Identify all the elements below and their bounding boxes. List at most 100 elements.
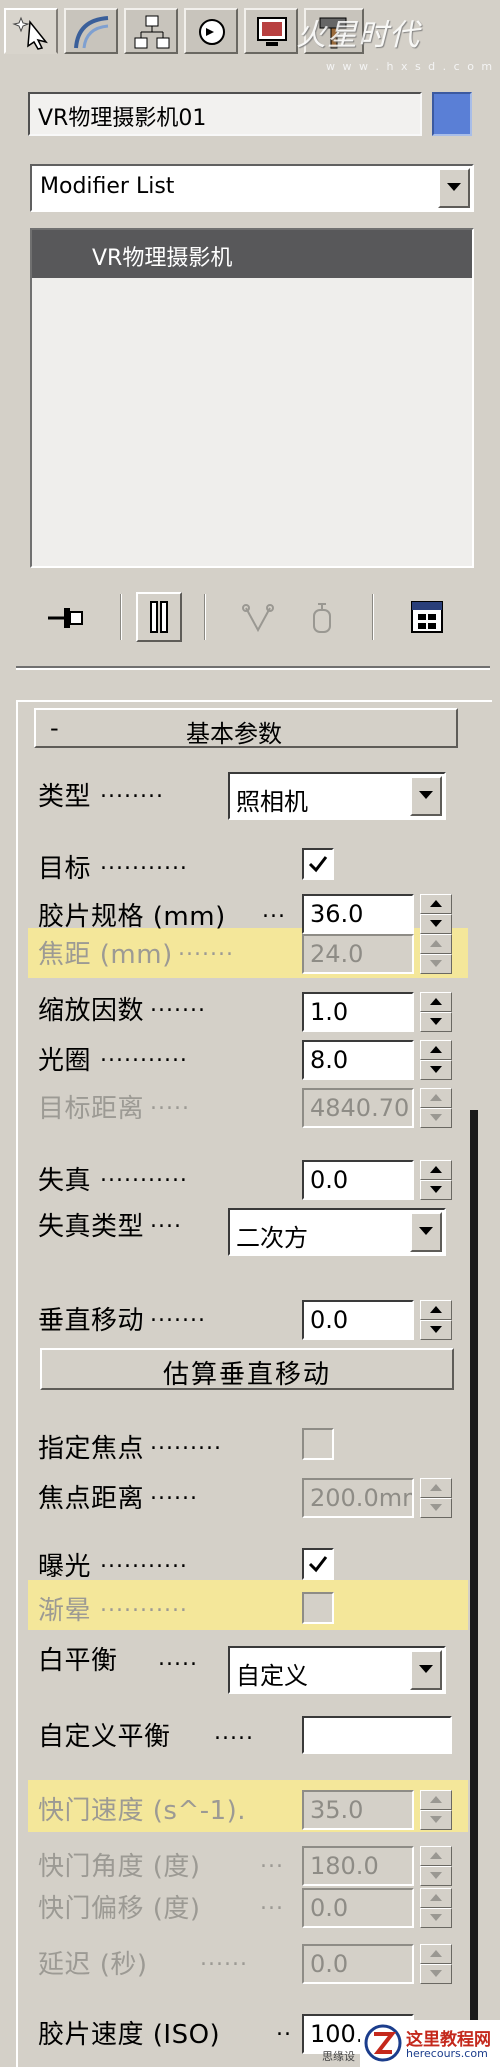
make-unique-icon[interactable] [240,594,276,640]
tab-hierarchy[interactable] [124,8,178,54]
spinner-down-icon[interactable] [420,1180,452,1200]
spinner-down-icon[interactable] [420,1498,452,1518]
spinner-up-icon[interactable] [420,1478,452,1498]
modifier-list-dropdown[interactable]: Modifier List [30,164,474,212]
shutter-speed-input[interactable]: 35.0 [302,1790,414,1830]
tab-utilities[interactable] [304,8,364,54]
site-logo-icon [364,2024,402,2062]
zoom-factor-input[interactable]: 1.0 [302,992,414,1032]
exposure-label: 曝光 [38,1552,92,1582]
f-number-dots: ........... [100,1042,188,1067]
cursor-star-icon [12,16,48,50]
spinner-down-icon[interactable] [420,1060,452,1080]
chevron-down-icon[interactable] [410,776,442,816]
distortion-type-dropdown[interactable]: 二次方 [228,1208,446,1256]
f-number-spinner[interactable] [420,1040,452,1080]
rollout-collapse-toggle[interactable]: - [50,714,59,742]
spinner-down-icon[interactable] [420,1108,452,1128]
pin-stack-icon[interactable] [44,594,88,640]
white-balance-dropdown[interactable]: 自定义 [228,1646,446,1694]
spinner-up-icon[interactable] [420,1846,452,1866]
custom-balance-dots: ..... [214,1720,254,1745]
distortion-dots: ........... [100,1162,188,1187]
camera-type-dropdown[interactable]: 照相机 [228,772,446,820]
specify-focus-label: 指定焦点 [38,1434,145,1464]
distortion-input[interactable]: 0.0 [302,1160,414,1200]
spinner-up-icon[interactable] [420,1160,452,1180]
distortion-spinner[interactable] [420,1160,452,1200]
modifier-stack[interactable]: VR物理摄影机 [30,228,474,568]
zoom-factor-spinner[interactable] [420,992,452,1032]
latency-spinner[interactable] [420,1944,452,1984]
tab-modify[interactable] [64,8,118,54]
spinner-up-icon[interactable] [420,1790,452,1810]
rollout-header-basic-params[interactable]: - 基本参数 [34,708,458,748]
target-distance-input[interactable]: 4840.70 [302,1088,414,1128]
vignetting-checkbox[interactable] [302,1592,334,1624]
remove-modifier-icon[interactable] [304,594,340,640]
target-checkbox[interactable] [302,848,334,880]
shutter-speed-spinner[interactable] [420,1790,452,1830]
show-end-result-button[interactable] [136,592,182,642]
chevron-down-icon[interactable] [410,1212,442,1252]
distortion-type-label: 失真类型 [38,1212,145,1242]
custom-balance-color-swatch[interactable] [302,1716,452,1754]
film-gate-spinner[interactable] [420,894,452,934]
focal-length-label: 焦距 (mm) [38,940,173,970]
spinner-up-icon[interactable] [420,1088,452,1108]
vertical-shift-spinner[interactable] [420,1300,452,1340]
object-color-swatch[interactable] [432,92,472,136]
vertical-shift-input[interactable]: 0.0 [302,1300,414,1340]
spinner-up-icon[interactable] [420,934,452,954]
f-number-label: 光圈 [38,1046,92,1076]
motion-icon [199,19,225,45]
shutter-offset-spinner[interactable] [420,1888,452,1928]
focal-length-spinner[interactable] [420,934,452,974]
latency-input[interactable]: 0.0 [302,1944,414,1984]
target-distance-spinner[interactable] [420,1088,452,1128]
tab-display[interactable] [244,8,298,54]
shutter-angle-input[interactable]: 180.0 [302,1846,414,1886]
tab-create[interactable] [4,8,58,54]
spinner-up-icon[interactable] [420,1040,452,1060]
custom-balance-label: 自定义平衡 [38,1722,171,1752]
object-name-field[interactable]: VR物理摄影机01 [28,92,422,136]
spinner-down-icon[interactable] [420,1810,452,1830]
spinner-up-icon[interactable] [420,1300,452,1320]
spinner-up-icon[interactable] [420,1944,452,1964]
distortion-label: 失真 [38,1166,92,1196]
arc-icon [74,16,109,49]
spinner-up-icon[interactable] [420,1888,452,1908]
tab-motion[interactable] [184,8,238,54]
spinner-down-icon[interactable] [420,1320,452,1340]
type-label: 类型 [38,782,92,812]
spinner-down-icon[interactable] [420,1012,452,1032]
film-gate-input[interactable]: 36.0 [302,894,414,934]
spinner-down-icon[interactable] [420,1866,452,1886]
vertical-shift-dots: ....... [150,1302,206,1327]
f-number-input[interactable]: 8.0 [302,1040,414,1080]
shutter-angle-spinner[interactable] [420,1846,452,1886]
focal-length-input[interactable]: 24.0 [302,934,414,974]
chevron-down-icon[interactable] [438,168,470,208]
spinner-down-icon[interactable] [420,1964,452,1984]
vignetting-label: 渐晕 [38,1596,92,1626]
guess-vertical-shift-button[interactable]: 估算垂直移动 [40,1348,454,1390]
stack-item-camera[interactable]: VR物理摄影机 [32,230,472,278]
hammer-icon [319,17,347,49]
specify-focus-checkbox[interactable] [302,1428,334,1460]
configure-modifier-sets-icon[interactable] [406,594,450,640]
scrollbar-thumb[interactable] [470,1110,478,2067]
chevron-down-icon[interactable] [410,1650,442,1690]
shutter-offset-input[interactable]: 0.0 [302,1888,414,1928]
spinner-down-icon[interactable] [420,954,452,974]
spinner-down-icon[interactable] [420,914,452,934]
focus-distance-input[interactable]: 200.0mm [302,1478,414,1518]
spinner-up-icon[interactable] [420,992,452,1012]
exposure-checkbox[interactable] [302,1548,334,1580]
spinner-down-icon[interactable] [420,1908,452,1928]
camera-type-value: 照相机 [236,788,308,816]
vignetting-dots: ........... [100,1592,188,1617]
focus-distance-spinner[interactable] [420,1478,452,1518]
spinner-up-icon[interactable] [420,894,452,914]
